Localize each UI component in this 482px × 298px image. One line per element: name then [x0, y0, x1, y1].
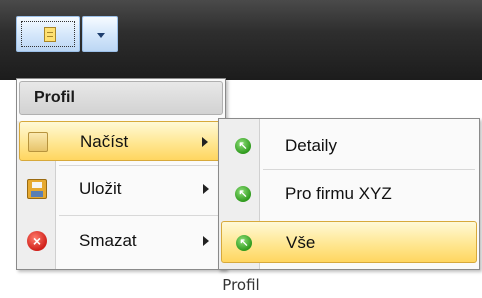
submenu-arrow-icon	[202, 137, 208, 147]
focus-rect	[21, 21, 75, 47]
submenu-separator	[263, 169, 475, 170]
submenu-item-label: Vše	[286, 233, 316, 252]
profile-dropdown-button[interactable]	[16, 16, 80, 52]
menu-item-ulozit[interactable]: Uložit	[19, 169, 223, 209]
submenu-arrow-icon	[203, 184, 209, 194]
floppy-disk-icon	[27, 179, 47, 199]
submenu-arrow-icon	[203, 236, 209, 246]
image-caption: Profil	[222, 276, 260, 294]
chevron-down-icon	[97, 33, 105, 38]
document-icon	[44, 27, 56, 42]
menu-header: Profil	[19, 81, 223, 115]
folder-icon	[28, 132, 48, 152]
load-submenu: ↖ Detaily ↖ Pro firmu XYZ ↖ Vše	[218, 118, 480, 270]
submenu-item-pro-firmu-xyz[interactable]: ↖ Pro firmu XYZ	[221, 173, 477, 215]
toolbar	[0, 0, 482, 80]
profile-menu: Profil Načíst Uložit × Smazat	[16, 78, 226, 270]
menu-separator	[59, 215, 221, 216]
menu-separator	[59, 165, 221, 166]
submenu-item-vse[interactable]: ↖ Vše	[221, 221, 477, 263]
menu-item-smazat[interactable]: × Smazat	[19, 221, 223, 261]
menu-item-label: Načíst	[80, 132, 129, 151]
submenu-item-detaily[interactable]: ↖ Detaily	[221, 125, 477, 167]
menu-item-label: Uložit	[79, 179, 122, 198]
delete-icon: ×	[27, 231, 47, 251]
green-arrow-icon: ↖	[236, 235, 252, 251]
green-arrow-icon: ↖	[235, 186, 251, 202]
submenu-item-label: Detaily	[285, 136, 337, 155]
menu-item-label: Smazat	[79, 231, 137, 250]
menu-item-nacist[interactable]: Načíst	[19, 121, 223, 161]
profile-dropdown-arrow-button[interactable]	[82, 16, 118, 52]
submenu-item-label: Pro firmu XYZ	[285, 184, 392, 203]
green-arrow-icon: ↖	[235, 138, 251, 154]
